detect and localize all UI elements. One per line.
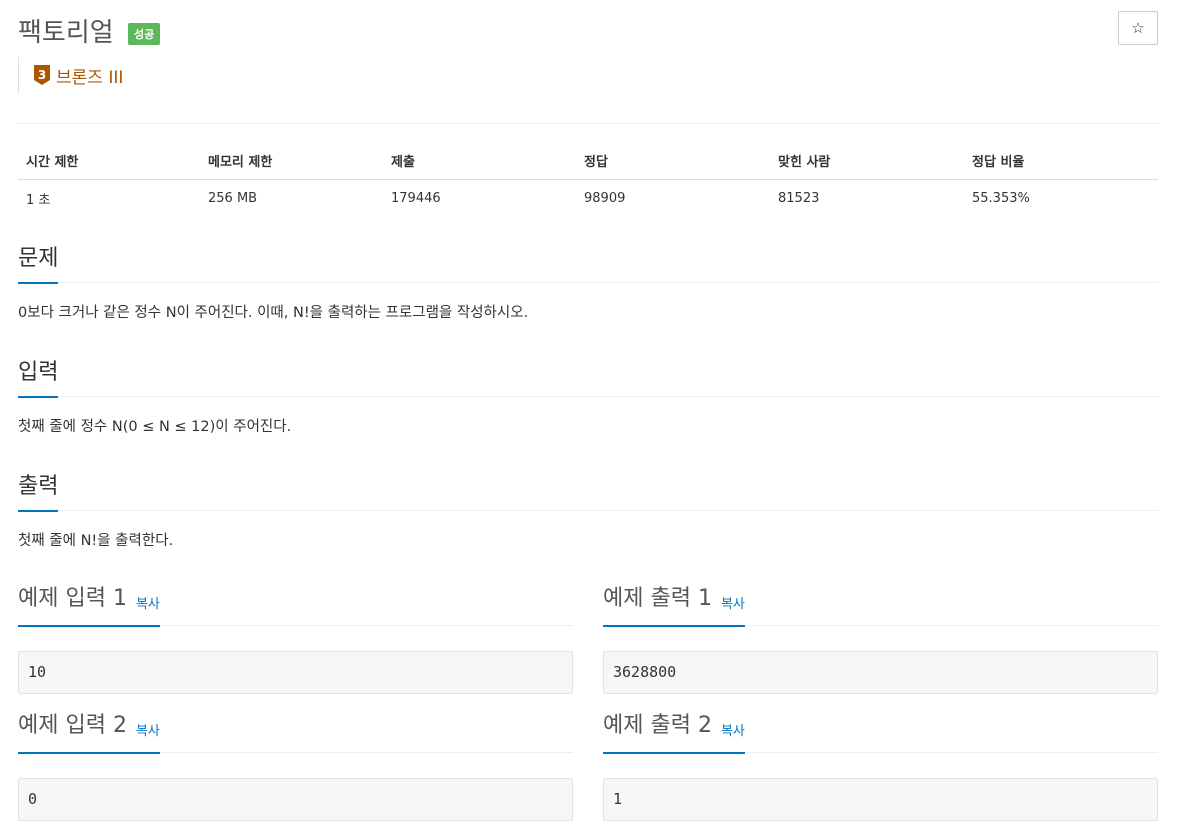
star-icon: ☆ bbox=[1131, 20, 1145, 37]
column-header: 메모리 제한 bbox=[200, 142, 383, 180]
sample-title: 예제 입력 2 bbox=[18, 713, 127, 738]
sample-input-1: 예제 입력 1 복사 10 bbox=[18, 578, 573, 694]
column-header: 정답 bbox=[576, 142, 770, 180]
sample-title-wrap: 예제 출력 1 복사 bbox=[603, 584, 745, 627]
problem-header: 팩토리얼 성공 ☆ bbox=[18, 10, 1158, 50]
output-description-text: 첫째 줄에 N!을 출력한다. bbox=[18, 533, 174, 549]
sample-input-2: 예제 입력 2 복사 0 bbox=[18, 705, 573, 821]
section-title: 출력 bbox=[18, 471, 59, 512]
sample-header: 예제 입력 2 복사 bbox=[18, 705, 573, 754]
accepted-cell: 98909 bbox=[584, 191, 626, 206]
sample-title-wrap: 예제 출력 2 복사 bbox=[603, 711, 745, 754]
problem-description-text: 0보다 크거나 같은 정수 N이 주어진다. 이때, N!을 출력하는 프로그램… bbox=[18, 305, 529, 321]
column-header: 정답 비율 bbox=[964, 142, 1158, 180]
sample-data-box[interactable]: 3628800 bbox=[603, 651, 1158, 694]
tier-info: 3 브론즈 III bbox=[18, 57, 123, 93]
section-header: 입력 bbox=[18, 357, 1158, 398]
sample-output-2: 예제 출력 2 복사 1 bbox=[603, 705, 1158, 821]
sample-title-wrap: 예제 입력 2 복사 bbox=[18, 711, 160, 754]
problem-info-table: 시간 제한 메모리 제한 제출 정답 맞힌 사람 정답 비율 1 초 256 M… bbox=[18, 142, 1158, 217]
output-section: 출력 첫째 줄에 N!을 출력한다. bbox=[18, 471, 1158, 550]
section-title: 문제 bbox=[18, 243, 59, 284]
sample-title: 예제 입력 1 bbox=[18, 586, 127, 611]
column-header: 시간 제한 bbox=[18, 142, 200, 180]
sample-data-box[interactable]: 0 bbox=[18, 778, 573, 821]
copy-button[interactable]: 복사 bbox=[136, 593, 160, 612]
submissions-cell: 179446 bbox=[391, 191, 441, 206]
copy-button[interactable]: 복사 bbox=[136, 720, 160, 739]
input-section: 입력 첫째 줄에 정수 N(0 ≤ N ≤ 12)이 주어진다. bbox=[18, 357, 1158, 436]
sample-header: 예제 입력 1 복사 bbox=[18, 578, 573, 627]
solvers-cell: 81523 bbox=[778, 191, 820, 206]
page-title: 팩토리얼 bbox=[18, 18, 114, 48]
column-header: 맞힌 사람 bbox=[770, 142, 964, 180]
time-limit-cell: 1 초 bbox=[26, 193, 51, 208]
sample-data-box[interactable]: 1 bbox=[603, 778, 1158, 821]
copy-button[interactable]: 복사 bbox=[721, 593, 745, 612]
divider bbox=[18, 123, 1158, 124]
sample-title: 예제 출력 1 bbox=[603, 586, 712, 611]
favorite-button[interactable]: ☆ bbox=[1118, 11, 1158, 45]
section-header: 출력 bbox=[18, 471, 1158, 512]
sample-header: 예제 출력 2 복사 bbox=[603, 705, 1158, 754]
status-badge: 성공 bbox=[128, 23, 161, 45]
accept-ratio-cell: 55.353% bbox=[972, 191, 1030, 206]
section-title: 입력 bbox=[18, 357, 59, 398]
memory-limit-cell: 256 MB bbox=[208, 191, 258, 206]
sample-title: 예제 출력 2 bbox=[603, 713, 712, 738]
bronze-tier-icon: 3 bbox=[34, 65, 50, 85]
section-header: 문제 bbox=[18, 243, 1158, 284]
sample-data-box[interactable]: 10 bbox=[18, 651, 573, 694]
sample-title-wrap: 예제 입력 1 복사 bbox=[18, 584, 160, 627]
problem-description-section: 문제 0보다 크거나 같은 정수 N이 주어진다. 이때, N!을 출력하는 프… bbox=[18, 243, 1158, 322]
table-header-row: 시간 제한 메모리 제한 제출 정답 맞힌 사람 정답 비율 bbox=[18, 142, 1158, 180]
sample-header: 예제 출력 1 복사 bbox=[603, 578, 1158, 627]
copy-button[interactable]: 복사 bbox=[721, 720, 745, 739]
column-header: 제출 bbox=[383, 142, 576, 180]
tier-label[interactable]: 브론즈 III bbox=[56, 63, 123, 88]
sample-output-1: 예제 출력 1 복사 3628800 bbox=[603, 578, 1158, 694]
input-description-text: 첫째 줄에 정수 N(0 ≤ N ≤ 12)이 주어진다. bbox=[18, 419, 292, 435]
table-row: 1 초 256 MB 179446 98909 81523 55.353% bbox=[18, 180, 1158, 218]
